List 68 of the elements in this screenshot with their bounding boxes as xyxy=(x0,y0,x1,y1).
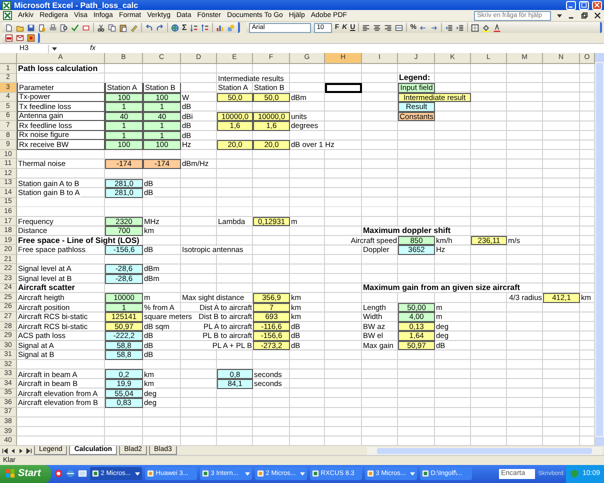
section-heading: Path loss calculation xyxy=(17,64,99,73)
app-icon xyxy=(92,470,99,478)
sort-descending-icon[interactable] xyxy=(200,24,209,32)
spreadsheet-app-icon[interactable] xyxy=(3,11,12,20)
four-squares-icon xyxy=(6,469,15,478)
decrease-decimal-icon[interactable] xyxy=(419,24,428,32)
indent-icon[interactable] xyxy=(456,24,464,32)
close-icon xyxy=(594,2,600,8)
start-button[interactable]: Start xyxy=(0,464,51,483)
autosum-button[interactable]: Σ xyxy=(182,24,187,32)
spreadsheet-app-icon xyxy=(2,0,11,10)
app-icon xyxy=(256,470,264,478)
next-sheet-icon[interactable] xyxy=(18,448,24,454)
app-icon xyxy=(422,470,429,478)
section-heading: Aircraft scatter xyxy=(17,284,76,292)
align-right-icon[interactable] xyxy=(384,24,392,32)
app-icon xyxy=(366,470,374,478)
maximize-button[interactable] xyxy=(579,0,589,10)
app-icon xyxy=(202,470,209,478)
scissors-icon[interactable] xyxy=(97,24,105,32)
first-sheet-icon[interactable] xyxy=(2,448,8,454)
pdf-icon[interactable] xyxy=(5,34,13,42)
borders-icon[interactable] xyxy=(471,24,480,32)
clipboard-icon[interactable] xyxy=(119,24,127,32)
copy-icon[interactable] xyxy=(108,24,116,32)
section-heading: Maximum gain from an given size aircraft xyxy=(362,284,521,292)
redo-icon[interactable] xyxy=(156,24,164,32)
horizontal-scrollbar[interactable] xyxy=(367,446,602,455)
desktop-icon[interactable] xyxy=(78,469,87,478)
bar-chart-icon[interactable] xyxy=(216,24,224,32)
new-document-icon[interactable] xyxy=(5,24,13,32)
undo-icon[interactable] xyxy=(145,24,153,32)
checkmark-icon[interactable] xyxy=(71,24,79,32)
app-icon xyxy=(146,470,154,478)
fill-color-icon[interactable] xyxy=(482,24,490,32)
brush-icon[interactable] xyxy=(130,24,138,32)
caret-icon[interactable] xyxy=(557,14,562,18)
pdf-review-icon[interactable] xyxy=(27,34,35,42)
increase-decimal-icon[interactable] xyxy=(430,24,438,32)
globe-icon[interactable] xyxy=(171,24,179,32)
maximize-icon xyxy=(581,2,587,8)
sort-ascending-icon[interactable] xyxy=(190,24,198,32)
app-icon xyxy=(312,470,319,478)
printer-icon[interactable] xyxy=(49,24,57,32)
window-title: Microsoft Excel - Path_loss_calc xyxy=(14,0,138,10)
pdf-mail-icon[interactable] xyxy=(16,34,24,42)
restore-icon[interactable] xyxy=(581,12,588,20)
selected-cell[interactable] xyxy=(325,83,362,93)
minimize-button[interactable] xyxy=(566,0,576,10)
caret-icon[interactable] xyxy=(134,472,140,476)
outdent-icon[interactable] xyxy=(445,24,454,32)
font-color-icon[interactable] xyxy=(493,24,502,32)
section-heading: Maximum doppler shift xyxy=(362,227,452,236)
globe-icon[interactable] xyxy=(66,469,75,478)
last-sheet-icon[interactable] xyxy=(26,448,32,454)
close-icon[interactable] xyxy=(594,12,601,20)
merge-center-icon[interactable] xyxy=(395,24,404,32)
section-heading: Legend: xyxy=(398,74,432,82)
vertical-scrollbar[interactable] xyxy=(595,52,604,446)
previous-sheet-icon[interactable] xyxy=(10,448,16,454)
align-left-icon[interactable] xyxy=(362,24,370,32)
browser-icon[interactable] xyxy=(54,469,63,478)
section-heading: Free space - Line of Sight (LOS) xyxy=(17,236,140,245)
print-preview-icon[interactable] xyxy=(60,24,68,32)
align-center-icon[interactable] xyxy=(373,24,382,32)
close-button[interactable] xyxy=(592,0,602,10)
save-icon[interactable] xyxy=(27,24,35,32)
folder-icon[interactable] xyxy=(16,24,24,32)
